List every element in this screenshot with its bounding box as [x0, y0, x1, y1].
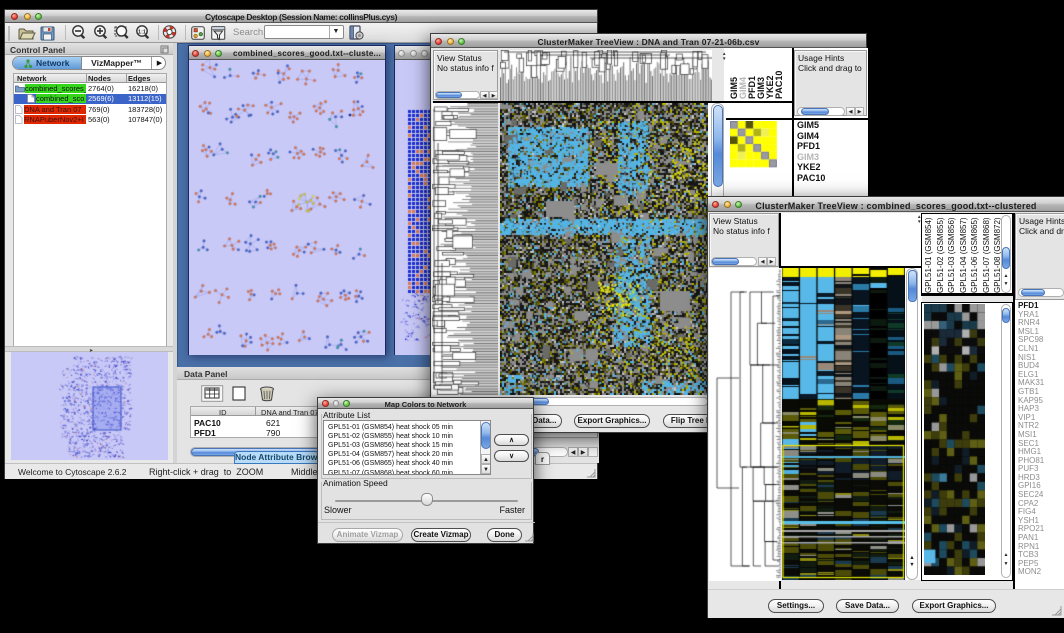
- svg-text:1:1: 1:1: [138, 29, 146, 35]
